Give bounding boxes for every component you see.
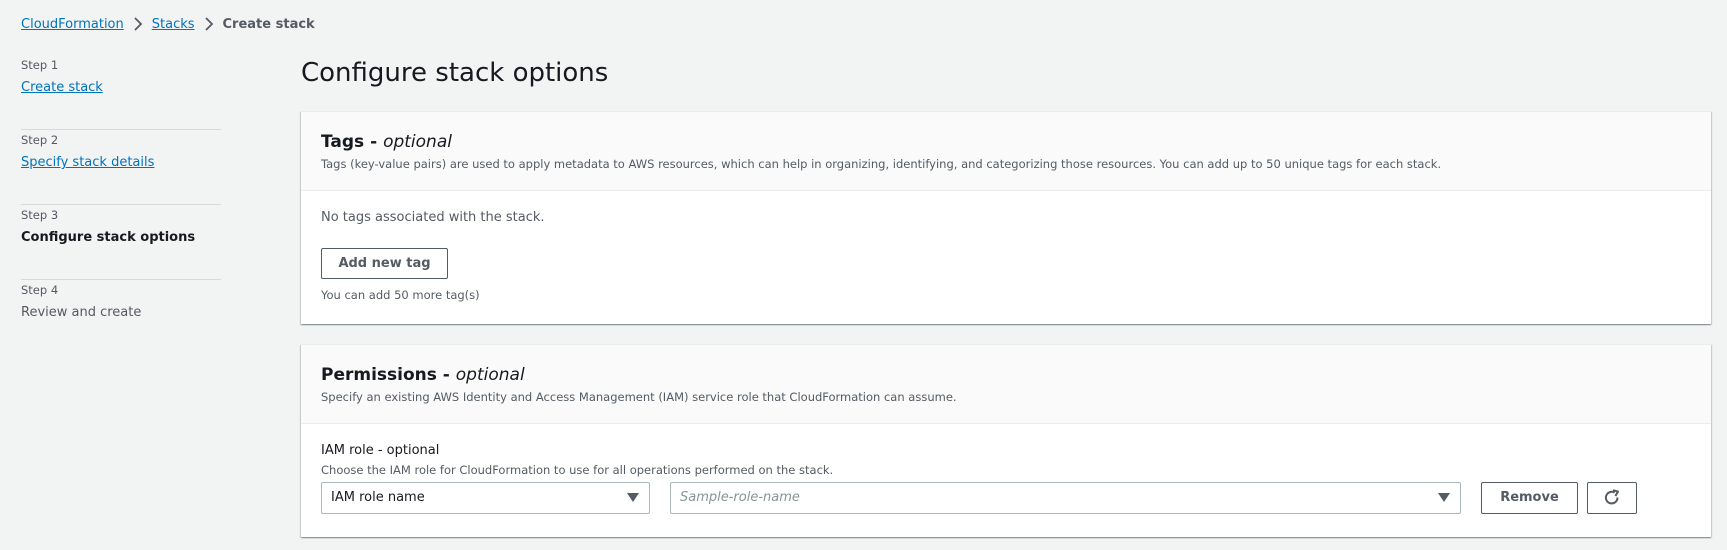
step-number: Step 1 bbox=[21, 58, 59, 72]
remove-button[interactable]: Remove bbox=[1481, 481, 1578, 514]
step-number: Step 4 bbox=[21, 283, 59, 297]
iam-role-name-select[interactable]: Sample-role-name bbox=[670, 481, 1461, 514]
refresh-button[interactable] bbox=[1587, 481, 1637, 514]
page-title: Configure stack options bbox=[301, 58, 609, 88]
chevron-right-icon bbox=[124, 17, 152, 31]
permissions-body: IAM role - optional Choose the IAM role … bbox=[301, 424, 1711, 530]
wizard-steps: Step 1 Create stack Step 2 Specify stack… bbox=[21, 55, 221, 355]
chevron-right-icon bbox=[195, 17, 223, 31]
wizard-step-3: Step 3 Configure stack options bbox=[21, 205, 221, 280]
wizard-step-1: Step 1 Create stack bbox=[21, 55, 221, 130]
iam-role-type-value: IAM role name bbox=[331, 490, 425, 505]
tags-limit-hint: You can add 50 more tag(s) bbox=[321, 288, 480, 302]
tags-container: Tags - optional Tags (key-value pairs) a… bbox=[301, 111, 1711, 324]
tags-header: Tags - optional Tags (key-value pairs) a… bbox=[301, 112, 1711, 191]
breadcrumb-stacks[interactable]: Stacks bbox=[152, 17, 195, 32]
iam-role-name-placeholder: Sample-role-name bbox=[680, 490, 800, 505]
caret-down-icon bbox=[1438, 493, 1450, 502]
breadcrumb-cloudformation[interactable]: CloudFormation bbox=[21, 17, 124, 32]
refresh-icon bbox=[1604, 488, 1619, 504]
iam-role-type-select[interactable]: IAM role name bbox=[321, 481, 650, 514]
step-link-specify-stack-details[interactable]: Specify stack details bbox=[21, 155, 154, 170]
tags-heading: Tags - optional bbox=[321, 132, 452, 152]
breadcrumb-current: Create stack bbox=[222, 16, 315, 32]
tags-body: No tags associated with the stack. Add n… bbox=[301, 191, 1711, 319]
permissions-heading: Permissions - optional bbox=[321, 365, 525, 385]
step-link-create-stack[interactable]: Create stack bbox=[21, 80, 103, 95]
add-new-tag-button[interactable]: Add new tag bbox=[321, 248, 448, 279]
wizard-step-4: Step 4 Review and create bbox=[21, 280, 221, 355]
permissions-container: Permissions - optional Specify an existi… bbox=[301, 344, 1711, 537]
permissions-description: Specify an existing AWS Identity and Acc… bbox=[321, 390, 957, 404]
iam-role-description: Choose the IAM role for CloudFormation t… bbox=[321, 463, 834, 477]
tags-empty-text: No tags associated with the stack. bbox=[321, 210, 545, 225]
caret-down-icon bbox=[627, 493, 639, 502]
step-number: Step 2 bbox=[21, 133, 59, 147]
permissions-header: Permissions - optional Specify an existi… bbox=[301, 345, 1711, 424]
tags-description: Tags (key-value pairs) are used to apply… bbox=[321, 157, 1442, 171]
step-number: Step 3 bbox=[21, 208, 59, 222]
wizard-step-2: Step 2 Specify stack details bbox=[21, 130, 221, 205]
iam-role-label: IAM role - optional bbox=[321, 443, 440, 458]
step-title-review: Review and create bbox=[21, 305, 142, 320]
step-title-current: Configure stack options bbox=[21, 230, 196, 245]
iam-role-row: IAM role name Sample-role-name Remove bbox=[321, 481, 1691, 514]
breadcrumb: CloudFormation Stacks Create stack bbox=[21, 15, 315, 33]
